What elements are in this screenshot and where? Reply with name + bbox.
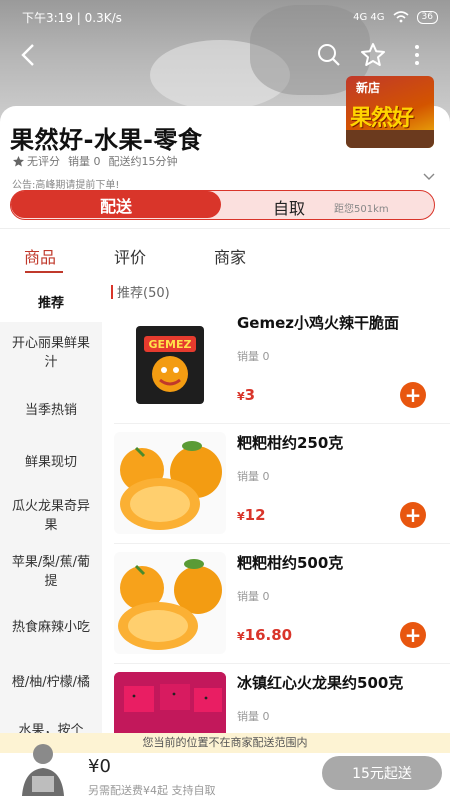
store-meta: 无评分 销量 0 配送约15分钟 (12, 153, 178, 169)
category-sidebar: 推荐 开心丽果鲜果汁 当季热销 鲜果现切 瓜火龙果奇异果 苹果/梨/蕉/葡提 热… (0, 284, 102, 736)
tab-products[interactable]: 商品 (24, 244, 56, 268)
star-filled-icon (13, 155, 24, 166)
star-icon (361, 43, 385, 66)
add-to-cart-button[interactable]: + (400, 622, 426, 648)
product-image: GEMEZ (114, 312, 226, 414)
favorite-button[interactable] (358, 40, 388, 70)
category-item[interactable]: 热食麻辣小吃 (0, 600, 102, 654)
store-rating: 无评分 (27, 155, 60, 168)
category-recommended[interactable]: 推荐 (0, 284, 102, 322)
back-button[interactable] (14, 40, 44, 70)
status-bar: 下午3:19 | 0.3K/s 4G 4G 36 (0, 0, 450, 34)
new-store-badge: 新店 (356, 81, 381, 95)
tab-reviews[interactable]: 评价 (114, 244, 146, 268)
product-card[interactable]: 粑粑柑约250克 销量 0 ¥12 + (102, 424, 450, 544)
store-delivery-time: 配送约15分钟 (108, 155, 178, 168)
product-image (114, 432, 226, 534)
section-title: 推荐(50) (117, 286, 170, 301)
top-nav (0, 34, 450, 74)
category-item[interactable]: 开心丽果鲜果汁 (0, 322, 102, 384)
divider (0, 228, 450, 229)
product-pack-text: GEMEZ (149, 338, 192, 351)
checkout-button[interactable]: 15元起送 (322, 756, 442, 790)
active-tab-indicator (25, 271, 63, 273)
category-item[interactable]: 橙/柚/柠檬/橘 (0, 654, 102, 710)
product-name: Gemez小鸡火辣干脆面 (237, 314, 400, 332)
product-price: ¥3 (237, 386, 256, 404)
wifi-icon (393, 11, 409, 23)
add-to-cart-button[interactable]: + (400, 502, 426, 528)
product-card[interactable]: 粑粑柑约500克 销量 0 ¥16.80 + (102, 544, 450, 664)
product-name: 冰镇红心火龙果约500克 (237, 674, 404, 692)
product-sales: 销量 0 (237, 710, 270, 723)
pickup-option[interactable]: 自取 (273, 195, 305, 219)
pickup-distance: 距您501km (334, 204, 389, 215)
delivery-mode-toggle: 配送 自取 距您501km (10, 190, 435, 220)
add-to-cart-button[interactable]: + (400, 382, 426, 408)
cart-total: ¥0 (88, 756, 111, 777)
store-name: 果然好-水果-零食 (10, 126, 203, 154)
store-notice[interactable]: 公告:高峰期请提前下单! (12, 176, 119, 191)
product-card[interactable]: GEMEZ Gemez小鸡火辣干脆面 销量 0 ¥3 + (102, 304, 450, 424)
product-name: 粑粑柑约500克 (237, 554, 344, 572)
search-button[interactable] (314, 40, 344, 70)
store-tabs: 商品 评价 商家 (0, 244, 450, 274)
category-item[interactable]: 瓜火龙果奇异果 (0, 488, 102, 544)
status-time: 下午3:19 | 0.3K/s (22, 10, 122, 25)
category-item[interactable]: 苹果/梨/蕉/葡提 (0, 544, 102, 600)
product-sales: 销量 0 (237, 590, 270, 603)
shopping-bag-icon[interactable] (14, 736, 72, 798)
delivery-option[interactable]: 配送 (11, 191, 221, 218)
chevron-down-icon[interactable] (422, 170, 436, 184)
store-sales: 销量 0 (68, 155, 101, 168)
store-logo: 新店 果然好 (346, 76, 434, 148)
signal-icon: 4G 4G (353, 11, 385, 23)
category-item[interactable]: 当季热销 (0, 384, 102, 436)
tab-merchant[interactable]: 商家 (214, 244, 246, 268)
battery-icon: 36 (416, 10, 438, 24)
product-price: ¥12 (237, 506, 266, 524)
logo-text: 果然好 (350, 106, 414, 131)
delivery-fee-note: 另需配送费¥4起 支持自取 (88, 784, 216, 797)
product-name: 粑粑柑约250克 (237, 434, 344, 452)
back-arrow-icon (21, 44, 34, 66)
product-sales: 销量 0 (237, 350, 270, 363)
more-button[interactable] (402, 40, 432, 70)
category-item[interactable]: 鲜果现切 (0, 436, 102, 488)
search-icon (318, 44, 340, 66)
more-vertical-icon (415, 45, 419, 65)
product-image (114, 552, 226, 654)
product-price: ¥16.80 (237, 626, 293, 644)
product-sales: 销量 0 (237, 470, 270, 483)
section-header: 推荐(50) (111, 282, 170, 301)
